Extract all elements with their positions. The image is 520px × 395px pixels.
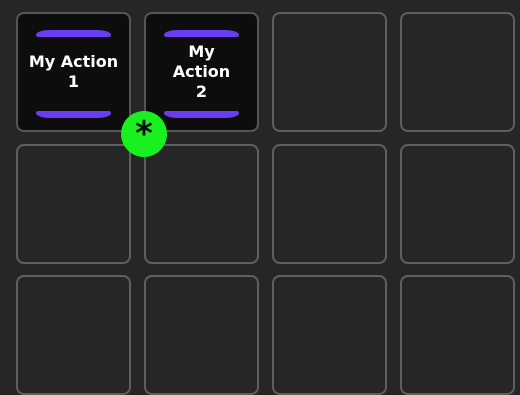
key-my-action-1[interactable]: My Action 1 bbox=[16, 12, 131, 132]
key-accent-bar-bottom bbox=[36, 111, 111, 118]
key-empty[interactable] bbox=[400, 144, 515, 264]
key-my-action-2[interactable]: My Action 2 bbox=[144, 12, 259, 132]
key-empty[interactable] bbox=[16, 144, 131, 264]
key-empty[interactable] bbox=[272, 144, 387, 264]
key-empty[interactable] bbox=[400, 275, 515, 395]
key-empty[interactable] bbox=[400, 12, 515, 132]
key-empty[interactable] bbox=[16, 275, 131, 395]
key-empty[interactable] bbox=[272, 275, 387, 395]
button-grid: My Action 1 My Action 2 bbox=[0, 0, 520, 395]
key-accent-bar-bottom bbox=[164, 111, 239, 118]
key-empty[interactable] bbox=[144, 144, 259, 264]
key-empty[interactable] bbox=[144, 275, 259, 395]
key-empty[interactable] bbox=[272, 12, 387, 132]
asterisk-badge-icon[interactable]: * bbox=[121, 111, 167, 157]
